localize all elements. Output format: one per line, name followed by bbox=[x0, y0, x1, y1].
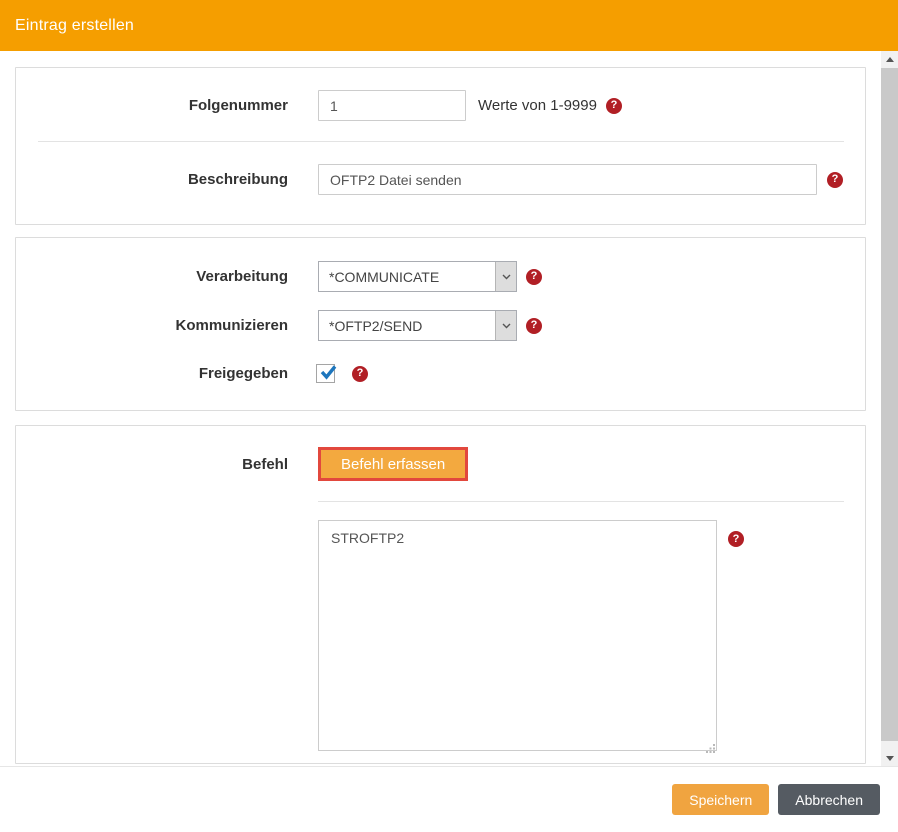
verarbeitung-label: Verarbeitung bbox=[196, 268, 288, 285]
modal-title: Eintrag erstellen bbox=[15, 16, 135, 34]
befehl-label: Befehl bbox=[242, 455, 288, 473]
kommunizieren-selected-value: *OFTP2/SEND bbox=[329, 317, 423, 334]
befehl-command-textarea[interactable]: STROFTP2 bbox=[318, 520, 717, 751]
chevron-up-icon bbox=[885, 57, 894, 62]
chevron-down-icon bbox=[495, 311, 516, 340]
folgenummer-hint: Werte von 1-9999 bbox=[478, 97, 597, 114]
scrollbar-thumb[interactable] bbox=[881, 68, 898, 741]
verarbeitung-selected-value: *COMMUNICATE bbox=[329, 268, 440, 285]
modal-footer: Speichern Abbrechen bbox=[0, 766, 898, 832]
vertical-scrollbar[interactable] bbox=[881, 51, 898, 767]
befehl-erfassen-button[interactable]: Befehl erfassen bbox=[318, 447, 469, 481]
freigegeben-help-icon[interactable]: ? bbox=[352, 365, 368, 382]
section-command: Befehl Befehl erfassen STROFTP2 ? bbox=[15, 425, 866, 764]
cancel-button[interactable]: Abbrechen bbox=[778, 784, 880, 815]
divider bbox=[318, 501, 844, 502]
section-numbering: Folgenummer Werte von 1-9999 ? Beschreib… bbox=[15, 67, 866, 225]
verarbeitung-help-icon[interactable]: ? bbox=[526, 268, 542, 285]
beschreibung-input[interactable] bbox=[318, 164, 817, 195]
beschreibung-label: Beschreibung bbox=[187, 171, 288, 188]
freigegeben-label: Freigegeben bbox=[198, 365, 288, 382]
kommunizieren-select[interactable]: *OFTP2/SEND bbox=[318, 310, 517, 341]
divider bbox=[38, 141, 844, 142]
checkmark-icon bbox=[320, 365, 337, 380]
modal-body: Folgenummer Werte von 1-9999 ? Beschreib… bbox=[0, 51, 881, 766]
kommunizieren-help-icon[interactable]: ? bbox=[526, 317, 542, 334]
scrollbar-up-button[interactable] bbox=[881, 51, 898, 68]
verarbeitung-select[interactable]: *COMMUNICATE bbox=[318, 261, 517, 292]
kommunizieren-label: Kommunizieren bbox=[175, 317, 288, 334]
section-processing: Verarbeitung *COMMUNICATE ? Kommuniziere… bbox=[15, 237, 866, 411]
scrollbar-down-button[interactable] bbox=[881, 750, 898, 767]
chevron-down-icon bbox=[885, 756, 894, 761]
modal-header: Eintrag erstellen bbox=[0, 0, 898, 51]
beschreibung-help-icon[interactable]: ? bbox=[827, 171, 843, 188]
chevron-down-icon bbox=[495, 262, 516, 291]
befehl-help-icon[interactable]: ? bbox=[728, 531, 744, 547]
folgenummer-help-icon[interactable]: ? bbox=[605, 97, 622, 114]
freigegeben-checkbox[interactable] bbox=[316, 364, 337, 383]
folgenummer-label: Folgenummer bbox=[188, 97, 288, 114]
save-button[interactable]: Speichern bbox=[672, 784, 770, 815]
folgenummer-input[interactable] bbox=[318, 90, 466, 121]
